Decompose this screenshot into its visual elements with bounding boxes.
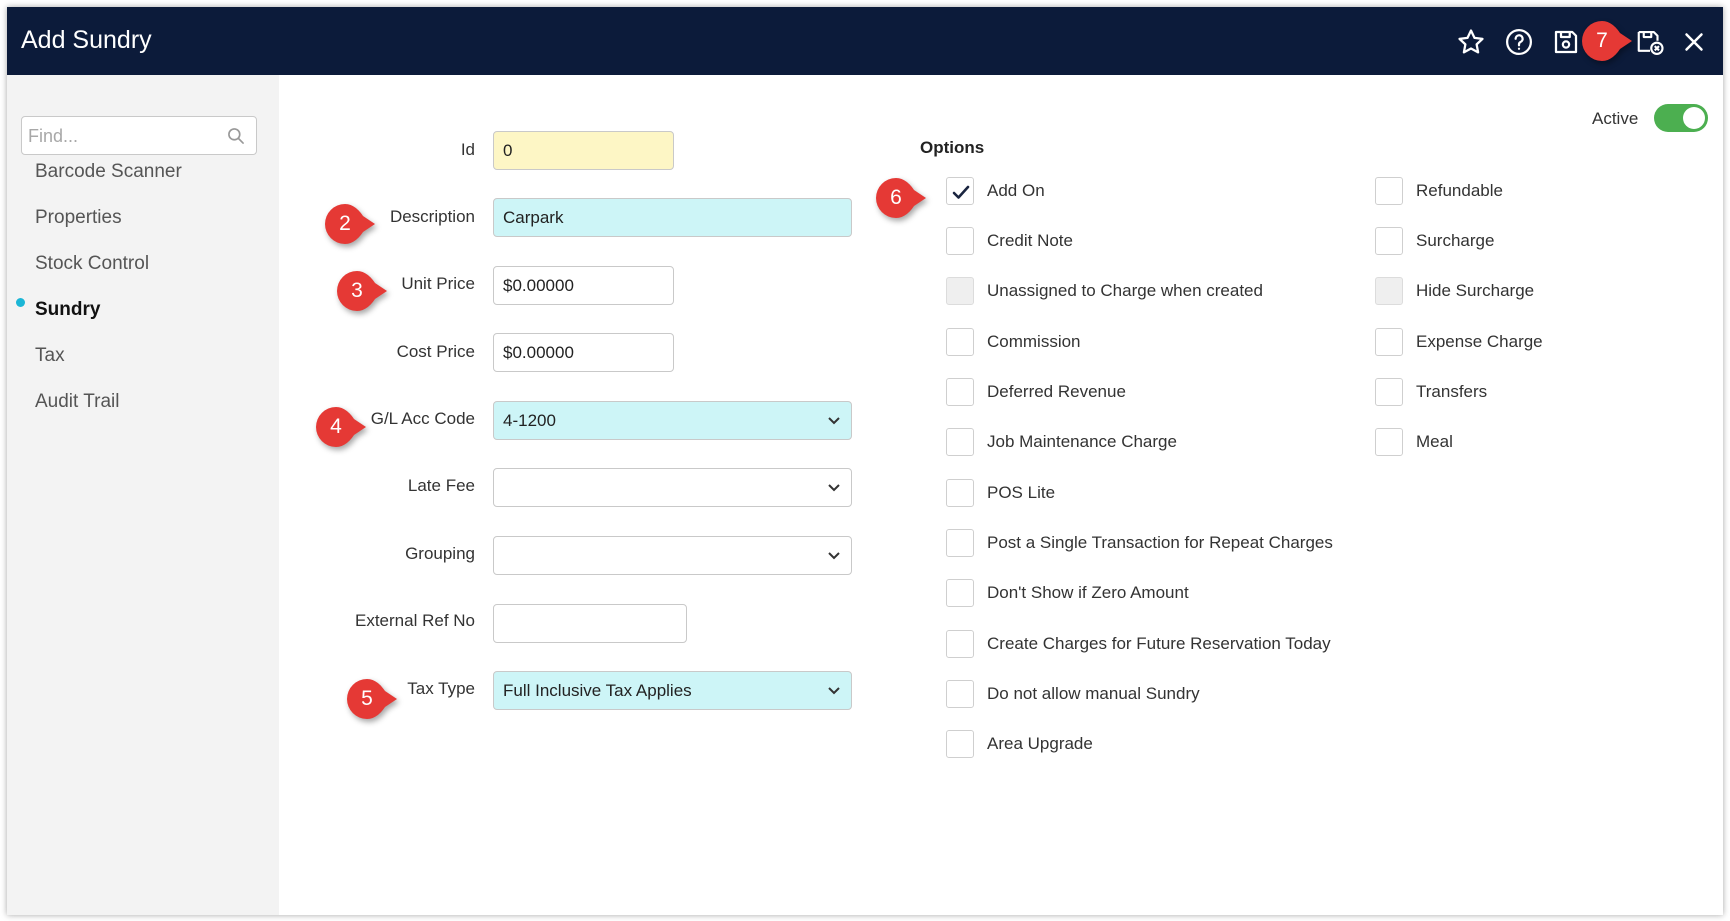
late-fee-select[interactable] [493,468,852,507]
create-charges-future-checkbox[interactable] [946,630,974,658]
id-field[interactable]: 0 [493,131,674,170]
post-single-transaction-checkbox[interactable] [946,529,974,557]
meal-checkbox[interactable] [1375,428,1403,456]
unassigned-to-charge-label: Unassigned to Charge when created [987,281,1263,300]
chevron-down-icon [828,417,840,425]
sidebar: Barcode Scanner Properties Stock Control… [7,75,279,915]
area-upgrade-label: Area Upgrade [987,734,1093,753]
save-icon[interactable] [1551,27,1581,57]
unit-price-label: Unit Price [401,274,475,293]
job-maintenance-charge-checkbox[interactable] [946,428,974,456]
external-ref-no-field[interactable] [493,604,687,643]
find-search-box[interactable] [21,116,257,155]
create-charges-future-label: Create Charges for Future Reservation To… [987,634,1331,653]
pos-lite-checkbox[interactable] [946,479,974,507]
dont-show-if-zero-checkbox[interactable] [946,579,974,607]
job-maintenance-charge-label: Job Maintenance Charge [987,432,1177,451]
callout-number: 4 [330,415,342,438]
cost-price-label: Cost Price [396,342,475,361]
save-close-icon[interactable] [1635,27,1665,57]
tax-type-value: Full Inclusive Tax Applies [503,681,692,700]
dont-show-if-zero-label: Don't Show if Zero Amount [987,583,1189,602]
description-field[interactable]: Carpark [493,198,852,237]
callout-number: 3 [351,279,363,302]
callout-marker: 7 [1582,21,1632,61]
deferred-revenue-checkbox[interactable] [946,378,974,406]
callout-number: 7 [1596,29,1608,52]
commission-checkbox[interactable] [946,328,974,356]
pos-lite-label: POS Lite [987,483,1056,502]
surcharge-checkbox[interactable] [1375,227,1403,255]
callout-marker: 5 [347,679,397,719]
credit-note-checkbox[interactable] [946,227,974,255]
star-icon[interactable] [1456,27,1486,57]
transfers-checkbox[interactable] [1375,378,1403,406]
unassigned-to-charge-checkbox [946,277,974,305]
gl-acc-code-label: G/L Acc Code [370,409,475,428]
sidebar-item-sundry[interactable]: Sundry [35,299,100,321]
sidebar-item-stock-control[interactable]: Stock Control [35,253,149,275]
add-on-label: Add On [987,181,1045,200]
cost-price-field[interactable]: $0.00000 [493,333,674,372]
callout-marker: 3 [337,271,387,311]
credit-note-label: Credit Note [987,231,1073,250]
grouping-select[interactable] [493,536,852,575]
description-label: Description [389,207,475,226]
gl-acc-code-value: 4-1200 [503,411,556,430]
late-fee-label: Late Fee [407,476,475,495]
close-icon[interactable] [1679,27,1709,57]
expense-charge-label: Expense Charge [1416,332,1543,351]
meal-label: Meal [1416,432,1453,451]
gl-acc-code-select[interactable]: 4-1200 [493,401,852,440]
callout-number: 5 [361,687,373,710]
sidebar-item-tax[interactable]: Tax [35,345,65,367]
search-icon [228,128,244,144]
callout-marker: 4 [316,407,366,447]
sidebar-item-audit-trail[interactable]: Audit Trail [35,391,119,413]
title-bar: Add Sundry [7,7,1723,75]
callout-number: 6 [890,186,902,209]
chevron-down-icon [828,484,840,492]
callout-marker: 2 [325,204,375,244]
active-indicator-dot [16,298,25,307]
add-sundry-window: Add Sundry Barcode Scanner Properties St… [7,7,1723,915]
search-input[interactable] [28,124,218,148]
expense-charge-checkbox[interactable] [1375,328,1403,356]
post-single-transaction-label: Post a Single Transaction for Repeat Cha… [987,533,1333,552]
sidebar-item-barcode-scanner[interactable]: Barcode Scanner [35,161,182,183]
surcharge-label: Surcharge [1416,231,1495,250]
hide-surcharge-label: Hide Surcharge [1416,281,1535,300]
active-toggle[interactable] [1654,104,1708,132]
tax-type-select[interactable]: Full Inclusive Tax Applies [493,671,852,710]
callout-number: 2 [339,212,351,235]
external-ref-no-label: External Ref No [355,611,475,630]
refundable-label: Refundable [1416,181,1503,200]
deferred-revenue-label: Deferred Revenue [987,382,1126,401]
options-heading: Options [920,138,985,157]
commission-label: Commission [987,332,1081,351]
add-on-checkbox[interactable] [946,177,974,205]
sidebar-item-properties[interactable]: Properties [35,207,122,229]
unit-price-field[interactable]: $0.00000 [493,266,674,305]
do-not-allow-manual-sundry-label: Do not allow manual Sundry [987,684,1200,703]
chevron-down-icon [828,552,840,560]
active-label: Active [1592,109,1639,128]
checkmark-icon [952,185,970,199]
toggle-knob [1683,107,1705,129]
grouping-label: Grouping [405,544,475,563]
do-not-allow-manual-sundry-checkbox[interactable] [946,680,974,708]
id-label: Id [460,140,475,159]
hide-surcharge-checkbox [1375,277,1403,305]
chevron-down-icon [828,687,840,695]
refundable-checkbox[interactable] [1375,177,1403,205]
callout-marker: 6 [876,178,926,218]
tax-type-label: Tax Type [407,679,475,698]
transfers-label: Transfers [1416,382,1488,401]
area-upgrade-checkbox[interactable] [946,730,974,758]
help-icon[interactable] [1504,27,1534,57]
window-title: Add Sundry [21,26,152,54]
